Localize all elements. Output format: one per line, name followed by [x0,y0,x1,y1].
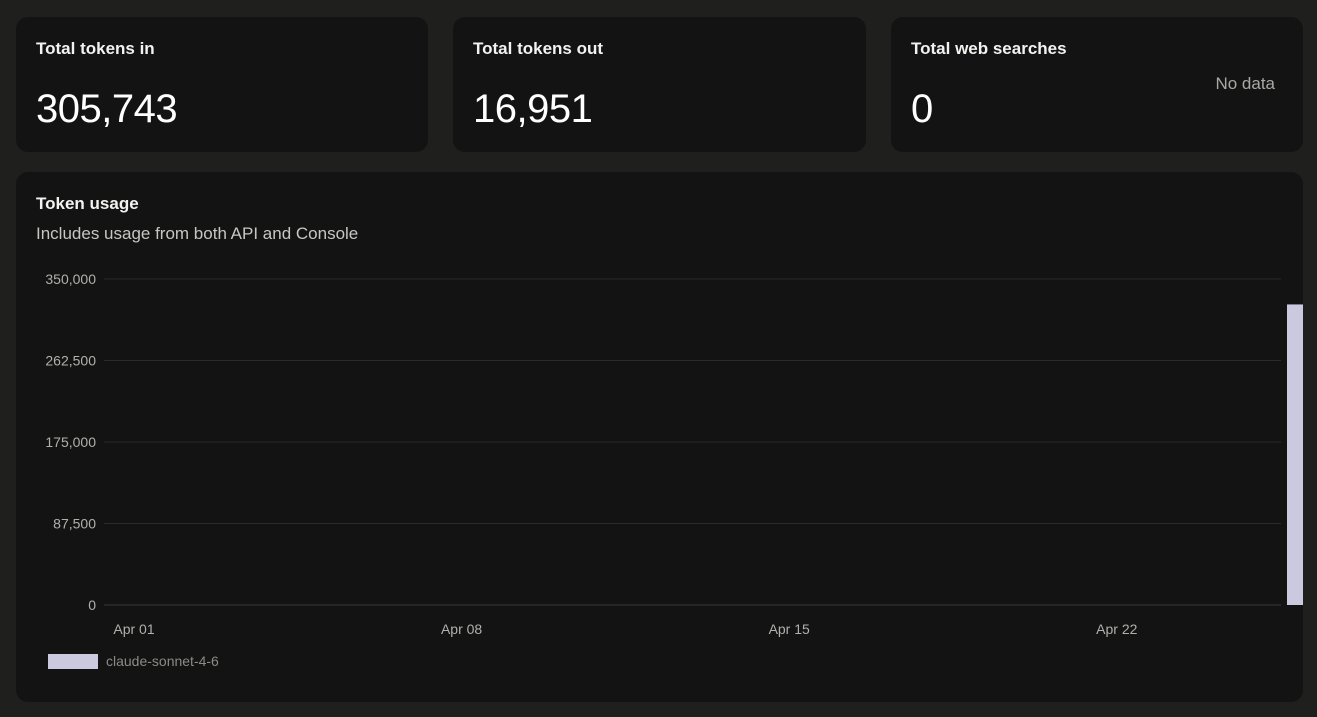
y-tick-label: 262,500 [45,353,96,369]
total-web-searches-label: Total web searches [911,39,1067,58]
total-web-searches-card: Total web searches No data 0 [891,17,1303,152]
total-web-searches-value: 0 [911,87,933,131]
total-tokens-in-value: 305,743 [36,87,178,131]
total-tokens-out-value: 16,951 [473,87,593,131]
y-tick-label: 0 [88,597,96,613]
y-tick-label: 350,000 [45,271,96,287]
x-tick-label: Apr 22 [1096,621,1137,637]
chart-legend: claude-sonnet-4-6 [48,653,219,669]
total-tokens-in-label: Total tokens in [36,39,155,58]
legend-label: claude-sonnet-4-6 [106,653,219,669]
total-tokens-out-label: Total tokens out [473,39,604,58]
total-tokens-in-card: Total tokens in 305,743 [16,17,428,152]
x-tick-label: Apr 15 [769,621,810,637]
x-tick-label: Apr 08 [441,621,482,637]
token-usage-chart-card: Token usage Includes usage from both API… [16,172,1303,702]
bar[interactable] [1287,304,1303,605]
y-tick-label: 87,500 [53,516,96,532]
x-tick-label: Apr 01 [113,621,154,637]
y-tick-label: 175,000 [45,434,96,450]
legend-swatch [48,653,98,669]
no-data-note: No data [1215,74,1275,93]
token-usage-chart: 350,000 262,500 175,000 87,500 0 Apr 01 Apr 08… [45,271,1303,637]
total-tokens-out-card: Total tokens out 16,951 [453,17,866,152]
